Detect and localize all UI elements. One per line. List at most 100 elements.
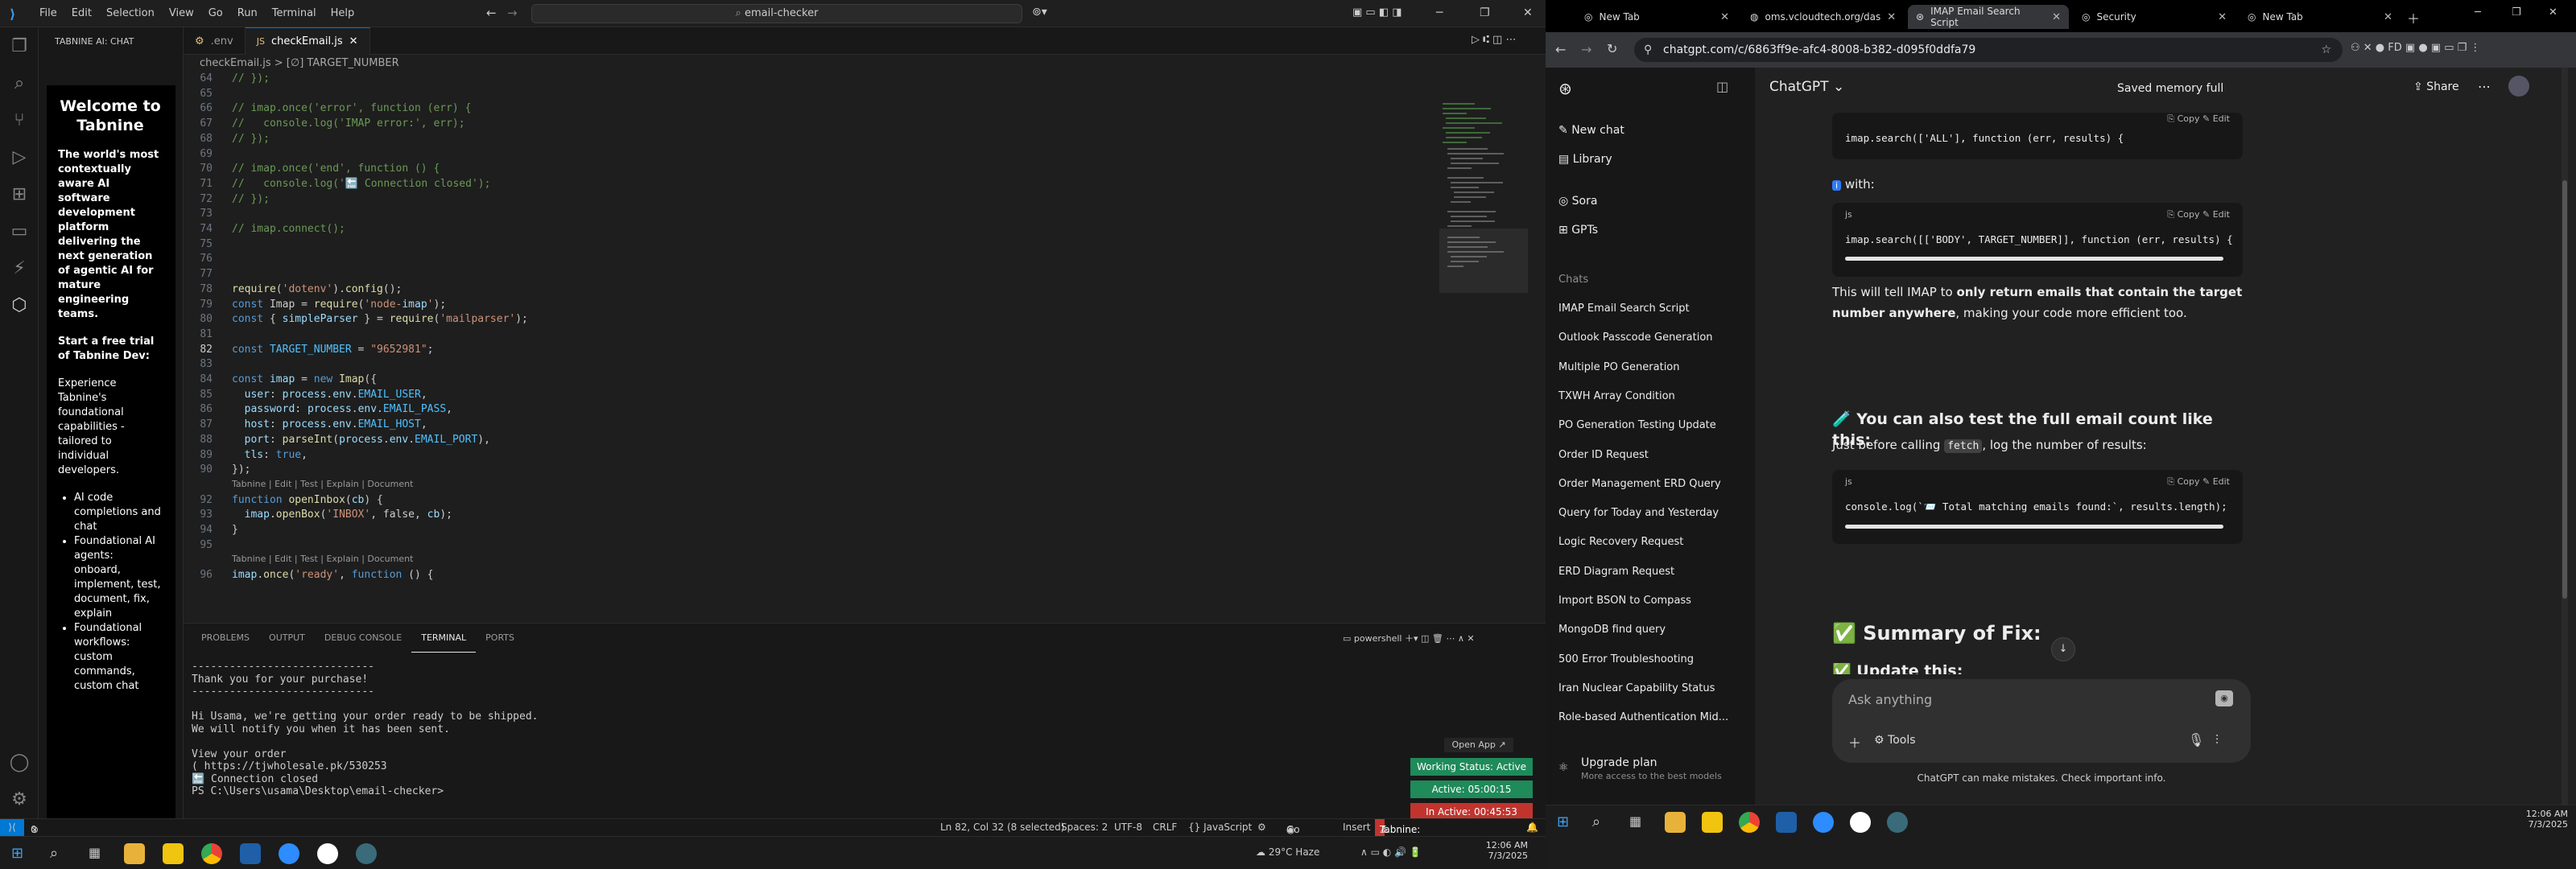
- copy-button[interactable]: ⎘ Copy ✎ Edit: [2167, 470, 2230, 494]
- reload-icon[interactable]: ↻: [1607, 41, 1617, 56]
- close-window-icon[interactable]: ✕: [2549, 6, 2557, 19]
- indentation[interactable]: Spaces: 2: [1061, 822, 1108, 833]
- vscode-taskbar-icon[interactable]: [240, 843, 261, 864]
- menu-run[interactable]: Run: [230, 7, 265, 19]
- maximize-icon[interactable]: ❐: [2512, 6, 2521, 19]
- more-options-icon[interactable]: ⋯: [2478, 79, 2491, 94]
- tab-terminal[interactable]: TERMINAL: [411, 624, 477, 653]
- settings-gear-icon[interactable]: ⚙: [0, 780, 39, 818]
- chat-history-item[interactable]: Iran Nuclear Capability Status: [1558, 682, 1715, 694]
- extensions-icon[interactable]: ⊞: [0, 175, 39, 212]
- encoding[interactable]: UTF-8: [1114, 822, 1142, 833]
- obs-icon[interactable]: [317, 843, 338, 864]
- chat-history-item[interactable]: IMAP Email Search Script: [1558, 303, 1690, 315]
- cursor-position[interactable]: Ln 82, Col 32 (8 selected): [940, 822, 1064, 833]
- sora-button[interactable]: ◎ Sora: [1558, 195, 1597, 208]
- obs-icon[interactable]: [1850, 812, 1871, 833]
- eol[interactable]: CRLF: [1153, 822, 1177, 833]
- chat-history-item[interactable]: Order Management ERD Query: [1558, 478, 1721, 490]
- clock-right[interactable]: 12:06 AM 7/3/2025: [2496, 809, 2568, 830]
- extension-icons[interactable]: ⚇ ✕ ● FD ▣ ● ▣ ▭ ❐ ⋮: [2351, 42, 2480, 54]
- windows-start-icon[interactable]: ⊞: [11, 845, 23, 862]
- tab-ports[interactable]: PORTS: [476, 624, 524, 653]
- code-editor[interactable]: 64 // }); 65 66 // imap.once('error', functi…: [184, 72, 1423, 623]
- chat-history-item[interactable]: Import BSON to Compass: [1558, 595, 1691, 607]
- layout-icons[interactable]: ▣ ▭ ◧ ◨: [1352, 6, 1402, 19]
- chrome-icon[interactable]: [201, 843, 222, 864]
- chrome-tab-2[interactable]: ◍ oms.vcloudtech.org/das ✕: [1742, 5, 1903, 29]
- app-icon[interactable]: [356, 843, 377, 864]
- bell-icon[interactable]: 🔔: [1526, 822, 1538, 833]
- menu-selection[interactable]: Selection: [99, 7, 162, 19]
- attach-plus-icon[interactable]: ＋: [1848, 732, 1861, 752]
- forward-arrow-icon[interactable]: →: [1581, 42, 1591, 57]
- close-tab-icon[interactable]: ✕: [1720, 11, 1729, 23]
- menu-help[interactable]: Help: [324, 7, 362, 19]
- back-arrow-icon[interactable]: ←: [486, 6, 497, 20]
- source-control-icon[interactable]: ⑂: [0, 101, 39, 138]
- menu-terminal[interactable]: Terminal: [265, 7, 324, 19]
- chat-history-item[interactable]: PO Generation Testing Update: [1558, 419, 1716, 431]
- weather[interactable]: ☁ 29°C Haze: [1256, 846, 1319, 858]
- new-chat-button[interactable]: ✎ New chat: [1558, 124, 1624, 137]
- zoom-icon[interactable]: [1813, 812, 1834, 833]
- file-explorer-icon[interactable]: [1665, 812, 1686, 833]
- language-mode[interactable]: {} JavaScript: [1188, 822, 1252, 833]
- close-tab-icon[interactable]: ✕: [1887, 11, 1896, 23]
- tab-problems[interactable]: PROBLEMS: [192, 624, 259, 653]
- live-share-icon[interactable]: ⚡: [0, 249, 39, 286]
- code-lens[interactable]: Tabnine | Edit | Test | Explain | Docume…: [232, 479, 413, 489]
- code-scrollbar[interactable]: [1832, 252, 2243, 265]
- minimize-icon[interactable]: ─: [2475, 6, 2481, 19]
- minimap[interactable]: [1439, 100, 1528, 349]
- add-terminal-icon[interactable]: ＋▾ ◫ 🗑 ⋯ ∧ ✕: [1405, 633, 1475, 644]
- chrome-tab-4[interactable]: ◎ Security ✕: [2074, 5, 2235, 29]
- chat-history-item[interactable]: Multiple PO Generation: [1558, 361, 1680, 373]
- breadcrumb[interactable]: checkEmail.js > [∅] TARGET_NUMBER: [184, 55, 1546, 72]
- chrome-icon[interactable]: [1739, 812, 1760, 833]
- page-scrollbar[interactable]: [2562, 68, 2568, 805]
- menu-view[interactable]: View: [162, 7, 201, 19]
- run-debug-icon[interactable]: ▷: [0, 138, 39, 175]
- minimize-icon[interactable]: ─: [1436, 6, 1443, 19]
- address-bar[interactable]: ⚲ chatgpt.com/c/6863ff9e-afc4-8008-b382-d…: [1634, 38, 2343, 62]
- new-tab-icon[interactable]: ＋: [2407, 8, 2420, 27]
- copy-button[interactable]: ⎘ Copy ✎ Edit: [2167, 113, 2230, 131]
- bookmark-star-icon[interactable]: ☆: [2321, 38, 2331, 62]
- zoom-icon[interactable]: [279, 843, 299, 864]
- remote-explorer-icon[interactable]: ▭: [0, 212, 39, 249]
- upgrade-plan-button[interactable]: ⚛ Upgrade plan More access to the best m…: [1558, 756, 1752, 793]
- site-info-icon[interactable]: ⚲: [1644, 38, 1652, 62]
- chat-history-item[interactable]: Outlook Passcode Generation: [1558, 332, 1713, 344]
- remote-icon[interactable]: ⟩⟨: [0, 819, 24, 836]
- prompt-input[interactable]: Ask anything: [1848, 692, 1932, 707]
- chat-history-item[interactable]: TXWH Array Condition: [1558, 390, 1675, 402]
- chat-history-item[interactable]: 500 Error Troubleshooting: [1558, 653, 1694, 665]
- code-lens[interactable]: Tabnine | Edit | Test | Explain | Docume…: [232, 554, 413, 564]
- chat-history-item[interactable]: Query for Today and Yesterday: [1558, 507, 1719, 519]
- store-icon[interactable]: [163, 843, 184, 864]
- close-window-icon[interactable]: ✕: [1523, 6, 1533, 19]
- tabnine-icon[interactable]: ⬡: [0, 286, 39, 323]
- tabnine-status[interactable]: ⚠ Tabnine: Sign in is required: [1375, 819, 1420, 869]
- tray-icons[interactable]: ∧ ▭ ◐ 🔊 🔋: [1360, 846, 1422, 858]
- task-view-icon[interactable]: ▦: [89, 845, 101, 860]
- sidebar-toggle-icon[interactable]: ◫: [1716, 79, 1728, 94]
- avatar[interactable]: [2508, 76, 2529, 97]
- terminal-output[interactable]: ----------------------------- Thank you f…: [192, 661, 1351, 798]
- menu-file[interactable]: File: [32, 7, 64, 19]
- search-icon[interactable]: ⌕: [1592, 813, 1600, 830]
- memory-status[interactable]: Saved memory full: [2117, 82, 2223, 95]
- store-icon[interactable]: [1702, 812, 1723, 833]
- tab-debug-console[interactable]: DEBUG CONSOLE: [315, 624, 411, 653]
- chat-history-item[interactable]: MongoDB find query: [1558, 624, 1666, 636]
- chrome-tab-3[interactable]: ⊛ IMAP Email Search Script ✕: [1908, 5, 2069, 29]
- tab-env[interactable]: ⚙ .env: [184, 27, 246, 55]
- close-tab-icon[interactable]: ✕: [2218, 11, 2227, 23]
- forward-arrow-icon[interactable]: →: [507, 6, 518, 20]
- close-tab-icon[interactable]: ✕: [2052, 11, 2061, 23]
- account-icon[interactable]: ◯: [0, 743, 39, 780]
- file-explorer-icon[interactable]: [124, 843, 145, 864]
- vscode-taskbar-icon[interactable]: [1776, 812, 1797, 833]
- chat-history-item[interactable]: Order ID Request: [1558, 449, 1649, 461]
